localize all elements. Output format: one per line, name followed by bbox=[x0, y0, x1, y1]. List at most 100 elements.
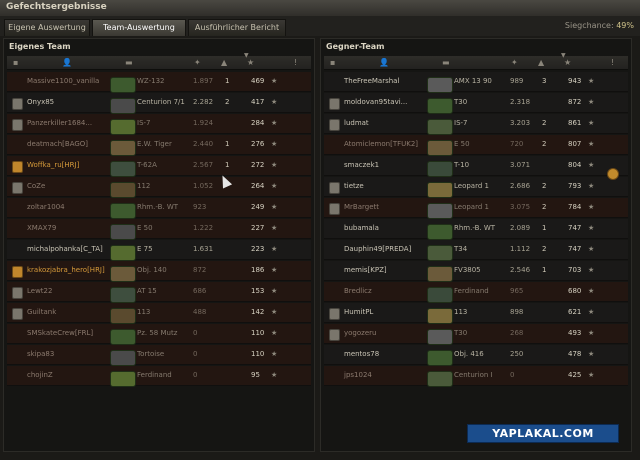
xp-star-column-icon[interactable]: ★ bbox=[247, 58, 254, 67]
tank-column-icon[interactable]: ▬ bbox=[125, 58, 133, 67]
squad-column-icon[interactable]: ▪ bbox=[13, 58, 18, 67]
player-name[interactable]: Onyx85 bbox=[27, 98, 54, 106]
player-column-icon[interactable]: 👤 bbox=[62, 58, 72, 67]
tab-ausfuehrlicher-bericht[interactable]: Ausführlicher Bericht bbox=[188, 19, 286, 36]
table-row[interactable]: tietze Leopard 1 2.686 2 793 ★ bbox=[324, 177, 628, 198]
player-name[interactable]: Bredlicz bbox=[344, 287, 372, 295]
damage-column-icon[interactable]: ✦ bbox=[511, 58, 518, 67]
table-row[interactable]: Bredlicz Ferdinand 965 680 ★ bbox=[324, 282, 628, 303]
player-name[interactable]: deatmach[BAGO] bbox=[27, 140, 88, 148]
tank-image-icon bbox=[427, 266, 453, 282]
kills-value: 1 bbox=[225, 77, 230, 85]
table-row[interactable]: michalpohanka[C_TA] E 75 1.631 223 ★ bbox=[7, 240, 311, 261]
player-name[interactable]: chojinZ bbox=[27, 371, 53, 379]
player-name[interactable]: memis[KPZ] bbox=[344, 266, 387, 274]
tab-eigene-auswertung[interactable]: Eigene Auswertung bbox=[4, 19, 90, 36]
player-name[interactable]: Woffka_ru[HRJ] bbox=[27, 161, 79, 169]
player-name[interactable]: Dauphin49[PREDA] bbox=[344, 245, 411, 253]
table-row[interactable]: moldovan95tavi... T30 2.318 872 ★ bbox=[324, 93, 628, 114]
player-name[interactable]: krakozjabra_hero[HRJ] bbox=[27, 266, 105, 274]
player-name[interactable]: MrBargett bbox=[344, 203, 379, 211]
table-row[interactable]: Woffka_ru[HRJ] T-62A 2.567 1 272 ★ bbox=[7, 156, 311, 177]
table-row[interactable]: smaczek1 T-10 3.071 804 ★ bbox=[324, 156, 628, 177]
xp-value: 223 bbox=[251, 245, 265, 253]
clan-badge-icon bbox=[12, 161, 23, 173]
player-name[interactable]: zoltar1004 bbox=[27, 203, 65, 211]
xp-value: 153 bbox=[251, 287, 265, 295]
table-row[interactable]: Panzerkiller1684... IS-7 1.924 284 ★ bbox=[7, 114, 311, 135]
player-column-icon[interactable]: 👤 bbox=[379, 58, 389, 67]
xp-value: 284 bbox=[251, 119, 265, 127]
table-row[interactable]: krakozjabra_hero[HRJ] Obj. 140 872 186 ★ bbox=[7, 261, 311, 282]
player-name[interactable]: ludmat bbox=[344, 119, 369, 127]
damage-column-icon[interactable]: ✦ bbox=[194, 58, 201, 67]
table-row[interactable]: zoltar1004 Rhm.-B. WT 923 249 ★ bbox=[7, 198, 311, 219]
table-row[interactable]: Massive1100_vanilla WZ-132 1.897 1 469 ★ bbox=[7, 72, 311, 93]
kills-column-icon[interactable]: ▲ bbox=[538, 58, 544, 67]
table-row[interactable]: Atomiclemon[TFUK2] E 50 720 2 807 ★ bbox=[324, 135, 628, 156]
alert-column-icon[interactable]: ! bbox=[611, 58, 614, 67]
player-name[interactable]: Massive1100_vanilla bbox=[27, 77, 99, 85]
star-icon: ★ bbox=[588, 182, 595, 190]
table-row[interactable]: XMAX79 E 50 1.222 227 ★ bbox=[7, 219, 311, 240]
squad-column-icon[interactable]: ▪ bbox=[330, 58, 335, 67]
player-name[interactable]: bubamala bbox=[344, 224, 379, 232]
table-row[interactable]: jps1024 Centurion I 0 425 ★ bbox=[324, 366, 628, 387]
table-row[interactable]: bubamala Rhm.-B. WT 2.089 1 747 ★ bbox=[324, 219, 628, 240]
table-row[interactable]: ludmat IS-7 3.203 2 861 ★ bbox=[324, 114, 628, 135]
damage-value: 2.440 bbox=[193, 140, 214, 148]
kills-column-icon[interactable]: ▲ bbox=[221, 58, 227, 67]
damage-value: 0 bbox=[193, 329, 198, 337]
table-row[interactable]: skipa83 Tortoise 0 110 ★ bbox=[7, 345, 311, 366]
table-row[interactable]: SMSkateCrew[FRL] Pz. 58 Mutz 0 110 ★ bbox=[7, 324, 311, 345]
player-name[interactable]: skipa83 bbox=[27, 350, 54, 358]
player-name[interactable]: TheFreeMarshal bbox=[344, 77, 399, 85]
table-row[interactable]: Onyx85 Centurion 7/1 2.282 2 417 ★ bbox=[7, 93, 311, 114]
alert-column-icon[interactable]: ! bbox=[294, 58, 297, 67]
tank-image-icon bbox=[110, 98, 136, 114]
tab-team-auswertung[interactable]: Team-Auswertung bbox=[92, 19, 186, 36]
damage-value: 1.112 bbox=[510, 245, 531, 253]
player-name[interactable]: HumitPL bbox=[344, 308, 373, 316]
xp-value: 276 bbox=[251, 140, 265, 148]
star-icon: ★ bbox=[588, 140, 595, 148]
player-name[interactable]: Panzerkiller1684... bbox=[27, 119, 92, 127]
table-row[interactable]: HumitPL 113 898 621 ★ bbox=[324, 303, 628, 324]
table-row[interactable]: Guiltank 113 488 142 ★ bbox=[7, 303, 311, 324]
table-row[interactable]: deatmach[BAGO] E.W. Tiger 2.440 1 276 ★ bbox=[7, 135, 311, 156]
xp-value: 110 bbox=[251, 350, 265, 358]
player-name[interactable]: yogozeru bbox=[344, 329, 376, 337]
damage-value: 965 bbox=[510, 287, 524, 295]
player-name[interactable]: CoZe bbox=[27, 182, 45, 190]
player-name[interactable]: michalpohanka[C_TA] bbox=[27, 245, 103, 253]
table-row[interactable]: Dauphin49[PREDA] T34 1.112 2 747 ★ bbox=[324, 240, 628, 261]
damage-value: 488 bbox=[193, 308, 207, 316]
xp-star-column-icon[interactable]: ★ bbox=[564, 58, 571, 67]
player-name[interactable]: jps1024 bbox=[344, 371, 372, 379]
player-name[interactable]: Lewt22 bbox=[27, 287, 52, 295]
table-row[interactable]: chojinZ Ferdinand 0 95 ★ bbox=[7, 366, 311, 387]
table-row[interactable]: yogozeru T30 268 493 ★ bbox=[324, 324, 628, 345]
player-name[interactable]: mentos78 bbox=[344, 350, 379, 358]
player-name[interactable]: tietze bbox=[344, 182, 364, 190]
tank-column-icon[interactable]: ▬ bbox=[442, 58, 450, 67]
player-name[interactable]: Guiltank bbox=[27, 308, 56, 316]
table-row[interactable]: TheFreeMarshal AMX 13 90 989 3 943 ★ bbox=[324, 72, 628, 93]
player-name[interactable]: moldovan95tavi... bbox=[344, 98, 407, 106]
clan-badge-icon bbox=[12, 266, 23, 278]
player-name[interactable]: smaczek1 bbox=[344, 161, 379, 169]
player-name[interactable]: Atomiclemon[TFUK2] bbox=[344, 140, 418, 148]
damage-value: 1.052 bbox=[193, 182, 214, 190]
table-row[interactable]: Lewt22 AT 15 686 153 ★ bbox=[7, 282, 311, 303]
tank-name: Obj. 416 bbox=[454, 350, 484, 358]
tank-image-icon bbox=[427, 119, 453, 135]
table-row[interactable]: memis[KPZ] FV3805 2.546 1 703 ★ bbox=[324, 261, 628, 282]
damage-value: 3.071 bbox=[510, 161, 531, 169]
table-row[interactable]: mentos78 Obj. 416 250 478 ★ bbox=[324, 345, 628, 366]
enemy-team-title: Gegner-Team bbox=[326, 42, 385, 51]
table-row[interactable]: CoZe 112 1.052 264 ★ bbox=[7, 177, 311, 198]
player-name[interactable]: XMAX79 bbox=[27, 224, 56, 232]
player-name[interactable]: SMSkateCrew[FRL] bbox=[27, 329, 93, 337]
clan-badge-icon bbox=[12, 308, 23, 320]
table-row[interactable]: MrBargett Leopard 1 3.075 2 784 ★ bbox=[324, 198, 628, 219]
